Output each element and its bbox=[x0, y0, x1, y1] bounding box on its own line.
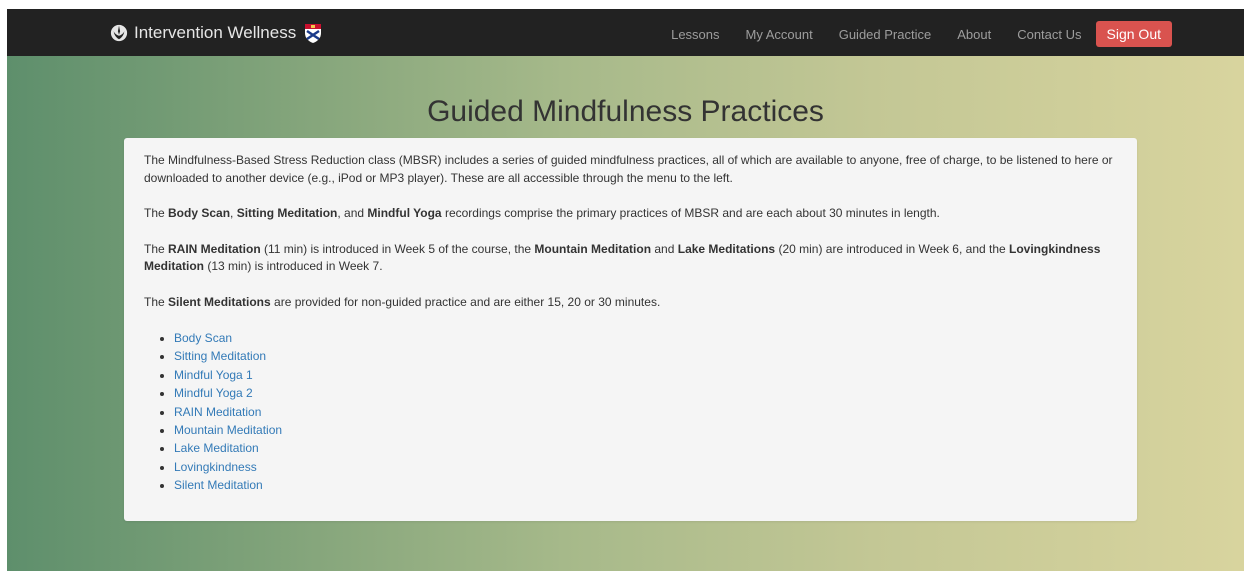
list-item: Lovingkindness bbox=[174, 458, 1117, 476]
nav-links: Lessons My Account Guided Practice About… bbox=[645, 21, 1172, 47]
page-title: Guided Mindfulness Practices bbox=[427, 95, 824, 128]
practice-link-mountain-meditation[interactable]: Mountain Meditation bbox=[174, 423, 282, 437]
nav-about[interactable]: About bbox=[957, 27, 991, 42]
nav-lessons[interactable]: Lessons bbox=[671, 27, 719, 42]
practice-link-lake-meditation[interactable]: Lake Meditation bbox=[174, 441, 259, 455]
practice-link-mindful-yoga-2[interactable]: Mindful Yoga 2 bbox=[174, 386, 253, 400]
silent-paragraph: The Silent Meditations are provided for … bbox=[144, 294, 661, 309]
nav-my-account[interactable]: My Account bbox=[746, 27, 813, 42]
list-item: Mindful Yoga 2 bbox=[174, 384, 1117, 402]
list-item: RAIN Meditation bbox=[174, 403, 1117, 421]
practice-link-body-scan[interactable]: Body Scan bbox=[174, 331, 232, 345]
list-item: Body Scan bbox=[174, 329, 1117, 347]
nav-contact-us[interactable]: Contact Us bbox=[1017, 27, 1081, 42]
practice-link-mindful-yoga-1[interactable]: Mindful Yoga 1 bbox=[174, 368, 253, 382]
intro-paragraph: The Mindfulness-Based Stress Reduction c… bbox=[144, 153, 1113, 185]
app-frame: Intervention Wellness Lessons My Account… bbox=[7, 9, 1244, 571]
rebel-alliance-icon bbox=[110, 24, 128, 42]
practice-link-silent-meditation[interactable]: Silent Meditation bbox=[174, 478, 263, 492]
practice-list: Body Scan Sitting Meditation Mindful Yog… bbox=[144, 329, 1117, 495]
list-item: Lake Meditation bbox=[174, 439, 1117, 457]
brand-link[interactable]: Intervention Wellness bbox=[110, 22, 324, 44]
list-item: Mountain Meditation bbox=[174, 421, 1117, 439]
primary-practices-paragraph: The Body Scan, Sitting Meditation, and M… bbox=[144, 206, 940, 220]
sign-out-button[interactable]: Sign Out bbox=[1095, 21, 1172, 47]
brand-name: Intervention Wellness bbox=[134, 23, 297, 42]
list-item: Silent Meditation bbox=[174, 476, 1117, 494]
practice-link-lovingkindness[interactable]: Lovingkindness bbox=[174, 460, 257, 474]
navbar: Intervention Wellness Lessons My Account… bbox=[7, 9, 1244, 56]
university-crest-icon bbox=[305, 24, 322, 43]
practice-link-rain-meditation[interactable]: RAIN Meditation bbox=[174, 405, 261, 419]
practice-link-sitting-meditation[interactable]: Sitting Meditation bbox=[174, 349, 266, 363]
schedule-paragraph: The RAIN Meditation (11 min) is introduc… bbox=[144, 241, 1101, 274]
list-item: Mindful Yoga 1 bbox=[174, 366, 1117, 384]
list-item: Sitting Meditation bbox=[174, 347, 1117, 365]
nav-guided-practice[interactable]: Guided Practice bbox=[839, 27, 932, 42]
content-card: The Mindfulness-Based Stress Reduction c… bbox=[124, 138, 1137, 521]
